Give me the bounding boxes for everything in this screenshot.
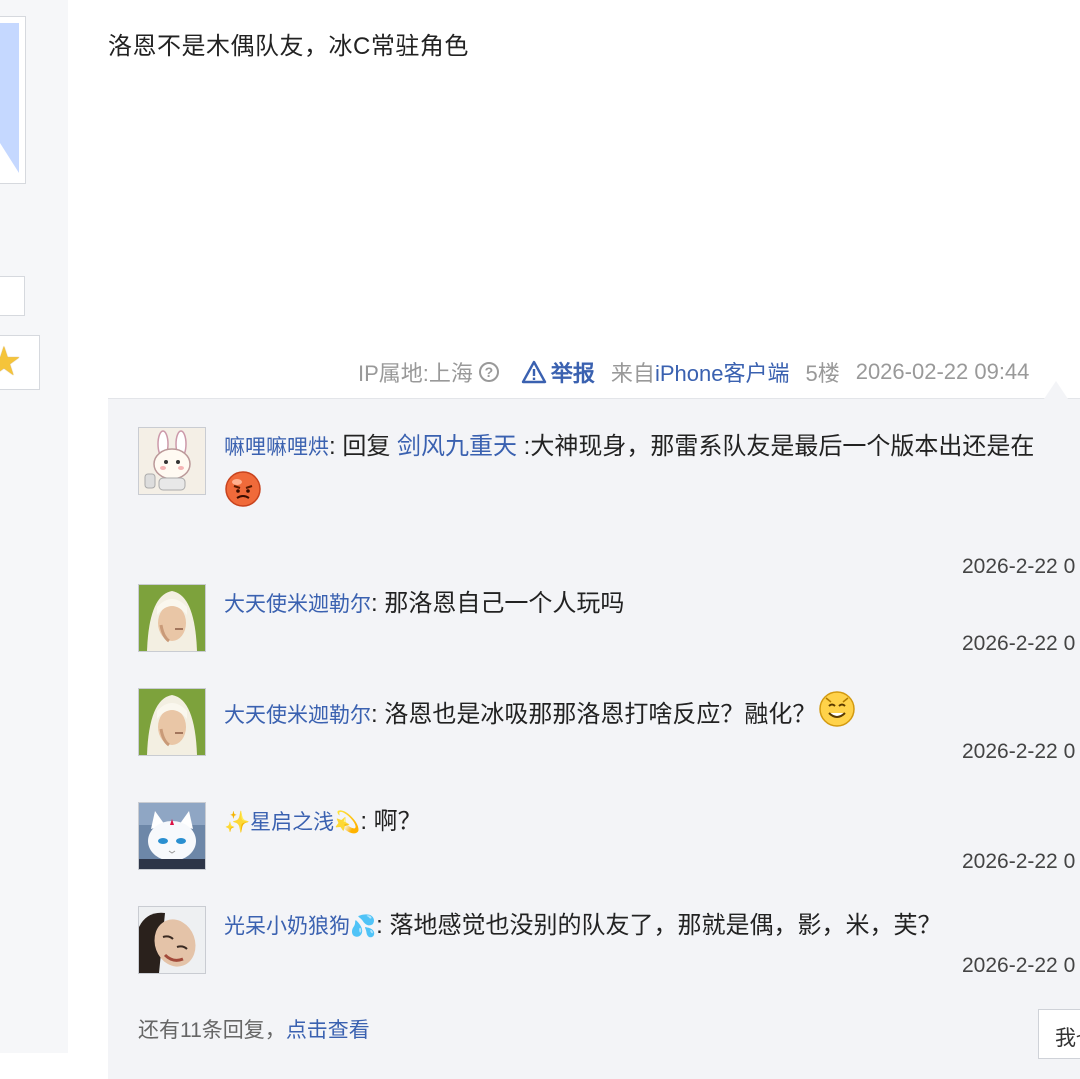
reply-username[interactable]: 大天使米迦勒尔	[224, 704, 371, 727]
reply-timestamp: 2026-2-22 0	[962, 740, 1076, 763]
author-level-box	[0, 276, 25, 316]
more-replies: 还有11条回复，点击查看	[138, 1014, 370, 1044]
angel-avatar[interactable]	[138, 584, 206, 652]
dizzy-icon: 💫	[334, 811, 361, 834]
separator: :	[371, 701, 385, 728]
reply-list: 嘛哩嘛哩烘: 回复 剑风九重天 :大神现身，那雷系队友是最后一个版本出还是在 2…	[108, 381, 1080, 1079]
separator: :	[376, 912, 390, 939]
reply-body: :大神现身，那雷系队友是最后一个版本出还是在	[517, 433, 1035, 460]
ip-location: IP属地:上海	[358, 361, 473, 386]
reply-username[interactable]: 大天使米迦勒尔	[224, 593, 371, 616]
sparkles-icon: ✨	[224, 811, 251, 834]
reply-timestamp: 2026-2-22 0	[962, 850, 1076, 873]
device-link[interactable]: iPhone客户端	[655, 361, 790, 386]
reply-button[interactable]: 我也说一句	[1038, 1009, 1080, 1059]
white-cat-avatar[interactable]	[138, 802, 206, 870]
author-column: ★	[0, 0, 68, 1053]
post-content: 洛恩不是木偶队友，冰C常驻角色	[108, 33, 469, 60]
reply-body: 洛恩也是冰吸那那洛恩打啥反应？融化？	[384, 701, 817, 728]
reply-text: 嘛哩嘛哩烘: 回复 剑风九重天 :大神现身，那雷系队友是最后一个版本出还是在	[224, 429, 1034, 466]
bunny-avatar[interactable]	[138, 427, 206, 495]
reply-text: ✨星启之浅💫: 啊？	[224, 804, 422, 841]
star-icon: ★	[0, 342, 22, 382]
reply-body: 落地感觉也没别的队友了，那就是偶，影，米，芙？	[389, 912, 942, 939]
reply-username[interactable]: ✨星启之浅💫	[224, 811, 360, 834]
angel-avatar[interactable]	[138, 688, 206, 756]
warning-icon[interactable]	[521, 360, 547, 384]
reply-timestamp: 2026-2-22 0	[962, 632, 1076, 655]
view-more-link[interactable]: 点击查看	[286, 1019, 370, 1042]
author-avatar-image	[0, 23, 19, 173]
smile-face-icon	[818, 690, 856, 739]
reply-username[interactable]: 光呆小奶狼狗💦	[224, 915, 376, 938]
author-badge[interactable]: ★	[0, 335, 40, 390]
sweat-drops-icon: 💦	[350, 915, 377, 938]
mention-link[interactable]: 剑风九重天	[397, 433, 517, 460]
post-meta: IP属地:上海 ? 举报 来自iPhone客户端 5楼 2026-02-22 0…	[358, 355, 1029, 389]
reply-timestamp: 2026-2-22 0	[962, 954, 1076, 977]
report-link[interactable]: 举报	[551, 356, 595, 388]
floor-number: 5楼	[805, 361, 840, 386]
author-avatar[interactable]	[0, 16, 26, 184]
reply-username[interactable]: 嘛哩嘛哩烘	[224, 436, 329, 459]
reply-timestamp: 2026-2-22 0	[962, 555, 1076, 578]
angry-face-icon	[224, 469, 262, 512]
reply-text: 光呆小奶狼狗💦: 落地感觉也没别的队友了，那就是偶，影，米，芙？	[224, 908, 942, 945]
reply-prefix: 回复	[342, 433, 398, 460]
separator: :	[360, 808, 374, 835]
separator: :	[371, 590, 385, 617]
person-avatar[interactable]	[138, 906, 206, 974]
reply-body: 那洛恩自己一个人玩吗	[384, 590, 625, 617]
more-replies-count: 还有11条回复，	[138, 1019, 286, 1042]
separator: :	[329, 433, 343, 460]
reply-body: 啊？	[373, 808, 422, 835]
source-prefix: 来自	[610, 361, 655, 386]
post-timestamp: 2026-02-22 09:44	[855, 359, 1030, 384]
reply-text: 大天使米迦勒尔: 洛恩也是冰吸那那洛恩打啥反应？融化？	[224, 690, 856, 739]
reply-text: 大天使米迦勒尔: 那洛恩自己一个人玩吗	[224, 586, 624, 623]
post-source: 来自iPhone客户端	[611, 356, 790, 388]
help-icon[interactable]: ?	[478, 362, 499, 382]
